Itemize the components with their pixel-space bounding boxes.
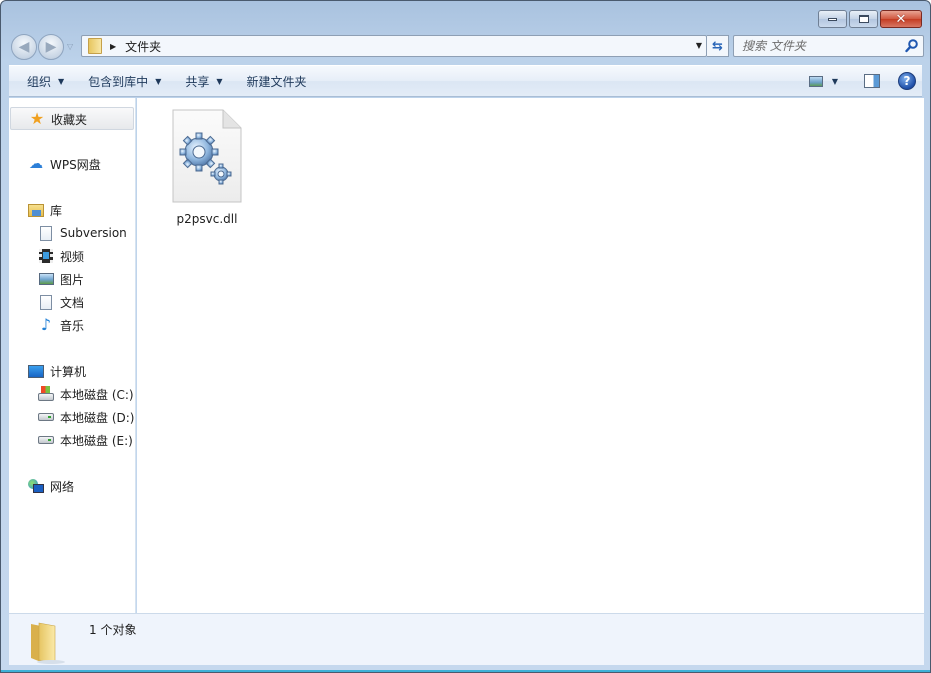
explorer-window: ✕ ◀ ▶ ▽ ▶ 文件夹 ▼ ⇆ 组织 ▼ 包含到库中 ▼ — [0, 0, 931, 673]
sidebar-item-subversion[interactable]: Subversion — [38, 223, 127, 243]
picture-icon — [38, 273, 54, 285]
sidebar-item-label: 本地磁盘 (D:) — [60, 410, 135, 425]
preview-pane-icon[interactable] — [864, 74, 880, 88]
item-count: 1 个对象 — [89, 623, 137, 637]
sidebar-item-favorites[interactable]: ★ 收藏夹 — [10, 107, 134, 130]
chevron-down-icon: ▼ — [58, 76, 65, 86]
command-bar: 组织 ▼ 包含到库中 ▼ 共享 ▼ 新建文件夹 ▼ ? — [9, 65, 922, 97]
document-icon — [40, 294, 52, 310]
maximize-button[interactable] — [849, 10, 878, 28]
dll-gear-icon — [172, 109, 242, 203]
sidebar-item-computer[interactable]: 计算机 — [28, 361, 86, 381]
help-glyph: ? — [903, 74, 911, 88]
refresh-icon: ⇆ — [712, 38, 723, 54]
navigation-bar: ◀ ▶ ▽ ▶ 文件夹 ▼ ⇆ — [9, 33, 924, 60]
drive-icon — [38, 413, 54, 421]
computer-icon — [28, 364, 44, 378]
minimize-button[interactable] — [818, 10, 847, 28]
maximize-icon — [858, 15, 869, 23]
forward-arrow-icon: ▶ — [45, 39, 57, 55]
system-drive-icon — [38, 386, 54, 402]
breadcrumb-chevron-icon[interactable]: ▶ — [110, 42, 116, 51]
drive-icon — [38, 436, 54, 444]
sidebar-item-label: 文档 — [60, 295, 85, 310]
view-options-dropdown-icon[interactable]: ▼ — [832, 77, 838, 86]
new-folder-label: 新建文件夹 — [246, 74, 307, 89]
sidebar-item-label: 本地磁盘 (E:) — [60, 433, 133, 448]
sidebar-item-label: 收藏夹 — [51, 112, 88, 127]
search-box — [733, 35, 924, 57]
address-dropdown-icon[interactable]: ▼ — [696, 41, 702, 50]
network-icon — [28, 478, 44, 494]
status-bar: 1 个对象 — [9, 613, 924, 665]
library-icon — [28, 203, 44, 217]
change-view-icon[interactable] — [808, 75, 823, 87]
music-icon: ♪ — [40, 315, 52, 334]
close-icon: ✕ — [895, 11, 907, 27]
help-icon[interactable]: ? — [898, 72, 916, 90]
file-list-pane: p2psvc.dll — [137, 98, 924, 613]
sidebar-item-drive-c[interactable]: 本地磁盘 (C:) — [38, 384, 134, 404]
sidebar-item-wps-cloud[interactable]: ☁ WPS网盘 — [28, 154, 101, 174]
address-bar[interactable]: ▶ 文件夹 ▼ — [81, 35, 707, 57]
back-button[interactable]: ◀ — [11, 34, 37, 60]
forward-button[interactable]: ▶ — [38, 34, 64, 60]
sidebar-item-label: WPS网盘 — [50, 157, 101, 172]
folder-icon — [88, 38, 102, 54]
sidebar-item-pictures[interactable]: 图片 — [38, 269, 84, 289]
file-item[interactable]: p2psvc.dll — [157, 108, 257, 226]
share-label: 共享 — [185, 74, 210, 89]
folder-icon — [31, 622, 65, 664]
video-icon — [39, 249, 53, 263]
sidebar-item-label: 网络 — [50, 479, 75, 494]
organize-label: 组织 — [27, 74, 52, 89]
new-folder-button[interactable]: 新建文件夹 — [237, 66, 317, 96]
recent-pages-dropdown[interactable]: ▽ — [67, 42, 73, 51]
search-icon[interactable] — [905, 39, 918, 53]
sidebar-item-network[interactable]: 网络 — [28, 476, 74, 496]
sidebar-item-label: 本地磁盘 (C:) — [60, 387, 134, 402]
sidebar-item-label: 库 — [50, 203, 63, 218]
cloud-icon: ☁ — [29, 156, 43, 172]
navigation-pane: ★ 收藏夹 ☁ WPS网盘 库 Subversion 视频 图片 文档 ♪ 音乐… — [9, 98, 136, 613]
share-menu[interactable]: 共享 ▼ — [175, 66, 232, 96]
organize-menu[interactable]: 组织 ▼ — [17, 66, 74, 96]
refresh-button[interactable]: ⇆ — [707, 35, 729, 57]
sidebar-item-label: 图片 — [60, 272, 85, 287]
star-icon: ★ — [29, 109, 45, 128]
sidebar-item-label: 视频 — [60, 249, 85, 264]
file-name: p2psvc.dll — [176, 212, 238, 226]
minimize-icon — [828, 17, 837, 21]
sidebar-item-libraries[interactable]: 库 — [28, 200, 62, 220]
close-button[interactable]: ✕ — [880, 10, 922, 28]
breadcrumb-folder[interactable]: 文件夹 — [125, 38, 161, 55]
sidebar-item-documents[interactable]: 文档 — [38, 292, 84, 312]
sidebar-item-music[interactable]: ♪ 音乐 — [38, 315, 84, 335]
search-input[interactable] — [742, 39, 892, 53]
sidebar-item-label: 音乐 — [60, 318, 85, 333]
sidebar-item-drive-d[interactable]: 本地磁盘 (D:) — [38, 407, 134, 427]
chevron-down-icon: ▼ — [155, 76, 162, 86]
sidebar-item-label: Subversion — [60, 226, 127, 240]
sidebar-item-videos[interactable]: 视频 — [38, 246, 84, 266]
chevron-down-icon: ▼ — [216, 76, 223, 86]
include-in-library-menu[interactable]: 包含到库中 ▼ — [78, 66, 171, 96]
caption-buttons: ✕ — [818, 10, 922, 28]
favorites-row: ★ 收藏夹 — [29, 109, 87, 129]
sidebar-item-drive-e[interactable]: 本地磁盘 (E:) — [38, 430, 133, 450]
sidebar-item-label: 计算机 — [50, 364, 87, 379]
include-in-library-label: 包含到库中 — [88, 74, 149, 89]
back-arrow-icon: ◀ — [18, 39, 30, 55]
document-icon — [40, 225, 52, 241]
view-controls: ▼ ? — [808, 66, 922, 96]
